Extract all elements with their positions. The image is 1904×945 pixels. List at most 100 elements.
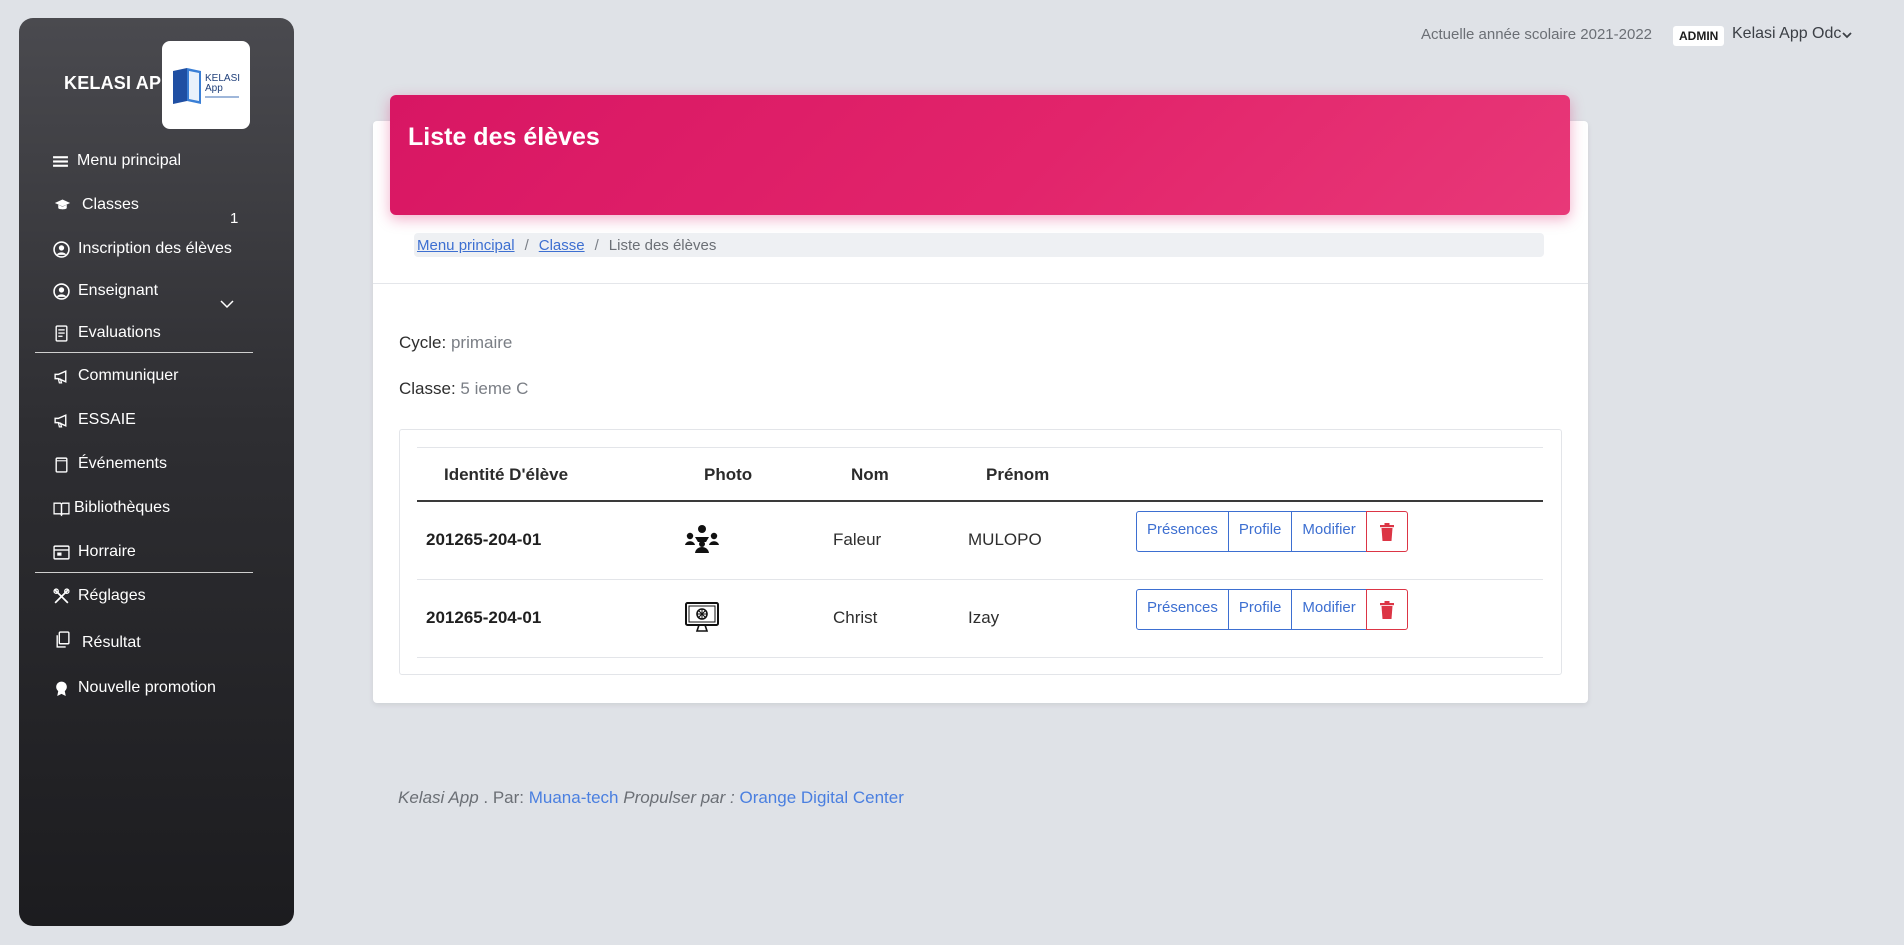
- sidebar-item-label: Inscription des élèves: [78, 240, 232, 257]
- monitor-icon: [685, 602, 719, 632]
- class-info: Classe: 5 ieme C: [399, 379, 528, 399]
- card-header: Liste des élèves: [390, 95, 1570, 215]
- sidebar-item-nouvelle-promotion[interactable]: Nouvelle promotion: [52, 673, 216, 703]
- footer-author-link[interactable]: Muana-tech: [529, 788, 619, 807]
- footer-powered-text: Propulser par :: [618, 788, 740, 807]
- table-row-divider: [417, 579, 1543, 580]
- student-prenom: MULOPO: [968, 530, 1042, 549]
- role-badge: ADMIN: [1673, 26, 1725, 46]
- sidebar-item-enseignant[interactable]: Enseignant: [52, 276, 158, 306]
- row-actions: Présences Profile Modifier: [1136, 511, 1408, 552]
- student-nom: Christ: [833, 608, 878, 627]
- sidebar-item-evenements[interactable]: Événements: [52, 449, 167, 479]
- student-id: 201265-204-01: [426, 608, 542, 627]
- class-value: 5 ieme C: [460, 379, 529, 398]
- sidebar-item-essaie[interactable]: ESSAIE: [52, 405, 136, 435]
- chevron-down-icon[interactable]: [219, 296, 235, 312]
- calendar-icon: [52, 455, 70, 473]
- column-header-nom: Nom: [851, 465, 889, 484]
- footer-separator: . Par:: [478, 788, 529, 807]
- student-id: 201265-204-01: [426, 530, 542, 549]
- copy-icon: [53, 630, 71, 648]
- sidebar-item-menu-principal[interactable]: Menu principal: [51, 146, 181, 176]
- sidebar-item-label: Menu principal: [77, 152, 182, 169]
- modifier-button[interactable]: Modifier: [1291, 589, 1367, 630]
- presences-button[interactable]: Présences: [1136, 511, 1229, 552]
- user-circle-icon: [52, 282, 70, 300]
- delete-button[interactable]: [1365, 511, 1408, 552]
- sidebar-item-label: ESSAIE: [78, 411, 136, 428]
- classes-count-badge: 1: [230, 210, 239, 227]
- user-circle-icon: [52, 240, 70, 258]
- group-icon: [685, 525, 719, 553]
- sidebar-item-label: Résultat: [82, 634, 141, 651]
- card-divider: [373, 283, 1588, 284]
- sidebar-item-label: Enseignant: [78, 282, 159, 299]
- sidebar-item-label: Bibliothèques: [74, 499, 171, 516]
- cycle-label: Cycle:: [399, 333, 447, 352]
- table-bottom-line: [417, 657, 1543, 658]
- sidebar-item-label: Communiquer: [78, 367, 179, 384]
- sidebar-item-bibliotheques[interactable]: Bibliothèques: [52, 493, 170, 523]
- brand-logo[interactable]: KELASI App: [162, 41, 250, 129]
- sidebar-item-resultat[interactable]: Résultat: [53, 628, 141, 658]
- menu-icon: [51, 152, 69, 170]
- cycle-info: Cycle: primaire: [399, 333, 512, 353]
- student-nom: Faleur: [833, 530, 882, 549]
- sidebar: KELASI APP KELASI App Menu principal Cla…: [19, 18, 294, 926]
- trash-icon: [1379, 600, 1394, 619]
- table-header-line: [417, 500, 1543, 502]
- brand-name: KELASI APP: [64, 73, 174, 93]
- footer-partner-link[interactable]: Orange Digital Center: [739, 788, 903, 807]
- modifier-button[interactable]: Modifier: [1291, 511, 1367, 552]
- award-icon: [52, 679, 70, 697]
- presences-button[interactable]: Présences: [1136, 589, 1229, 630]
- breadcrumb-current: Liste des élèves: [608, 236, 717, 254]
- schedule-icon: [52, 543, 70, 561]
- sidebar-item-label: Nouvelle promotion: [78, 679, 216, 696]
- sidebar-divider: [35, 352, 253, 353]
- column-header-id: Identité D'élève: [444, 465, 569, 484]
- column-header-photo: Photo: [704, 465, 753, 484]
- document-icon: [52, 324, 70, 342]
- table-top-line: [417, 447, 1543, 448]
- cycle-value: primaire: [450, 333, 513, 352]
- sidebar-item-label: Horraire: [78, 543, 136, 560]
- breadcrumb-menu-principal[interactable]: Menu principal: [417, 237, 515, 254]
- trash-icon: [1379, 522, 1394, 541]
- megaphone-icon: [52, 367, 70, 385]
- footer: Kelasi App . Par: Muana-tech Propulser p…: [398, 788, 904, 808]
- brand: KELASI APP KELASI App: [19, 18, 294, 129]
- delete-button[interactable]: [1365, 589, 1408, 630]
- row-actions: Présences Profile Modifier: [1136, 589, 1408, 630]
- chevron-down-icon[interactable]: [1841, 29, 1853, 41]
- sidebar-item-communiquer[interactable]: Communiquer: [52, 361, 178, 391]
- column-header-prenom: Prénom: [986, 465, 1050, 484]
- breadcrumb: Menu principal / Classe / Liste des élèv…: [414, 233, 1544, 257]
- class-label: Classe:: [399, 379, 456, 398]
- profile-button[interactable]: Profile: [1227, 589, 1293, 630]
- school-year-text: Actuelle année scolaire 2021-2022: [1421, 26, 1652, 43]
- student-prenom: Izay: [968, 608, 1000, 627]
- sidebar-item-label: Réglages: [78, 587, 146, 604]
- footer-app-name: Kelasi App: [398, 788, 479, 807]
- svg-text:App: App: [205, 83, 223, 94]
- sidebar-item-classes[interactable]: Classes: [53, 190, 139, 220]
- sidebar-item-evaluations[interactable]: Evaluations: [52, 318, 161, 348]
- sidebar-item-reglages[interactable]: Réglages: [52, 581, 146, 611]
- students-table: [399, 429, 1562, 675]
- sidebar-item-label: Événements: [78, 455, 167, 472]
- profile-button[interactable]: Profile: [1227, 511, 1293, 552]
- graduation-cap-icon: [53, 196, 71, 214]
- breadcrumb-separator: /: [594, 236, 599, 254]
- user-menu[interactable]: Kelasi App Odc: [1732, 25, 1841, 43]
- tools-icon: [52, 587, 70, 605]
- breadcrumb-classe[interactable]: Classe: [539, 237, 585, 254]
- sidebar-item-inscription[interactable]: Inscription des élèves: [52, 234, 232, 264]
- sidebar-divider: [35, 572, 253, 573]
- sidebar-item-label: Classes: [82, 196, 139, 213]
- book-logo-icon: KELASI App: [173, 68, 240, 104]
- megaphone-icon: [52, 411, 70, 429]
- sidebar-item-horraire[interactable]: Horraire: [52, 537, 136, 567]
- page-title: Liste des élèves: [408, 123, 600, 151]
